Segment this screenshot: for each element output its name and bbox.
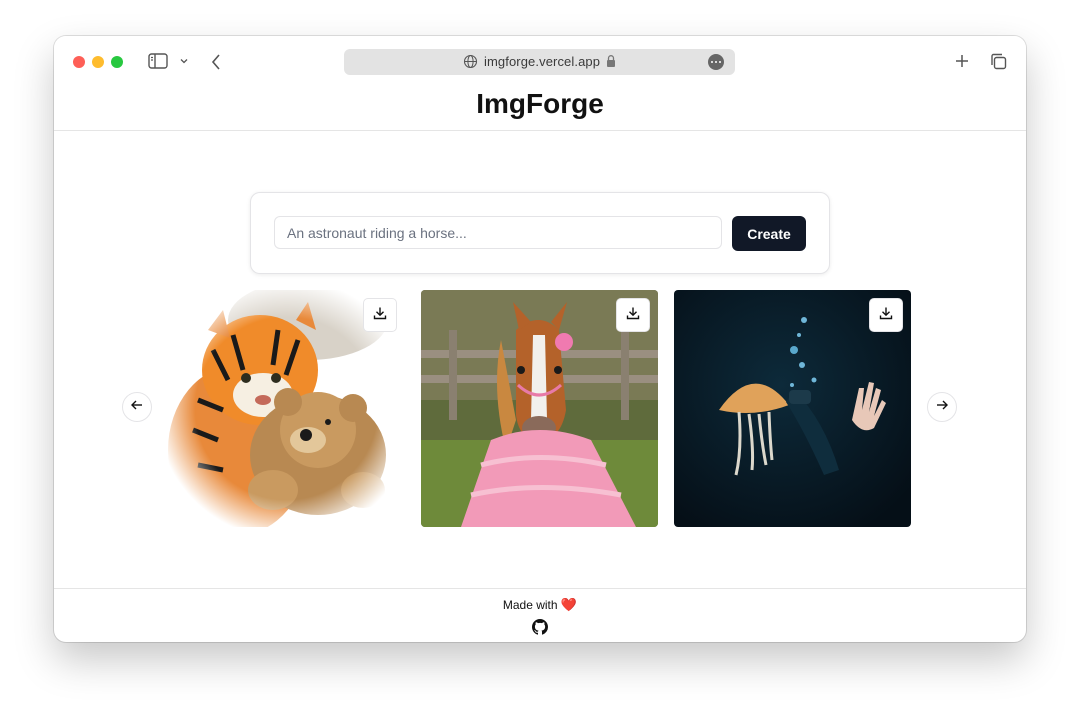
browser-window: imgforge.vercel.app ImgForge Create bbox=[54, 36, 1026, 642]
prompt-input[interactable] bbox=[274, 216, 722, 249]
download-button[interactable] bbox=[869, 298, 903, 332]
more-icon[interactable] bbox=[708, 54, 724, 70]
lock-icon bbox=[605, 54, 617, 73]
back-icon[interactable] bbox=[210, 53, 222, 71]
download-button[interactable] bbox=[363, 298, 397, 332]
globe-icon bbox=[463, 54, 478, 74]
maximize-window-button[interactable] bbox=[111, 56, 123, 68]
made-with-text: Made with bbox=[502, 598, 558, 612]
download-icon bbox=[373, 306, 387, 325]
create-button[interactable]: Create bbox=[732, 216, 806, 251]
address-url: imgforge.vercel.app bbox=[484, 54, 601, 69]
gallery-image-1[interactable] bbox=[168, 290, 405, 527]
download-icon bbox=[879, 306, 893, 325]
header-divider bbox=[54, 130, 1026, 131]
tabs-overview-icon[interactable] bbox=[989, 52, 1008, 71]
page-title: ImgForge bbox=[476, 88, 604, 119]
chevron-down-icon[interactable] bbox=[179, 56, 189, 66]
minimize-window-button[interactable] bbox=[92, 56, 104, 68]
close-window-button[interactable] bbox=[73, 56, 85, 68]
sidebar-icon[interactable] bbox=[148, 53, 168, 69]
download-button[interactable] bbox=[616, 298, 650, 332]
browser-toolbar: imgforge.vercel.app bbox=[54, 36, 1026, 88]
arrow-left-icon bbox=[130, 398, 144, 417]
gallery-image-2[interactable] bbox=[421, 290, 658, 527]
heart-icon: ❤️ bbox=[560, 597, 578, 612]
footer-credit: Made with ❤️ bbox=[54, 597, 1026, 613]
github-icon[interactable] bbox=[532, 619, 548, 640]
gallery-image-3[interactable] bbox=[674, 290, 911, 527]
download-icon bbox=[626, 306, 640, 325]
prompt-card: Create bbox=[250, 192, 830, 274]
previous-button[interactable] bbox=[122, 392, 152, 422]
next-button[interactable] bbox=[927, 392, 957, 422]
address-bar[interactable]: imgforge.vercel.app bbox=[344, 49, 735, 75]
new-tab-icon[interactable] bbox=[954, 53, 970, 69]
arrow-right-icon bbox=[935, 398, 949, 417]
footer-divider bbox=[54, 588, 1026, 589]
